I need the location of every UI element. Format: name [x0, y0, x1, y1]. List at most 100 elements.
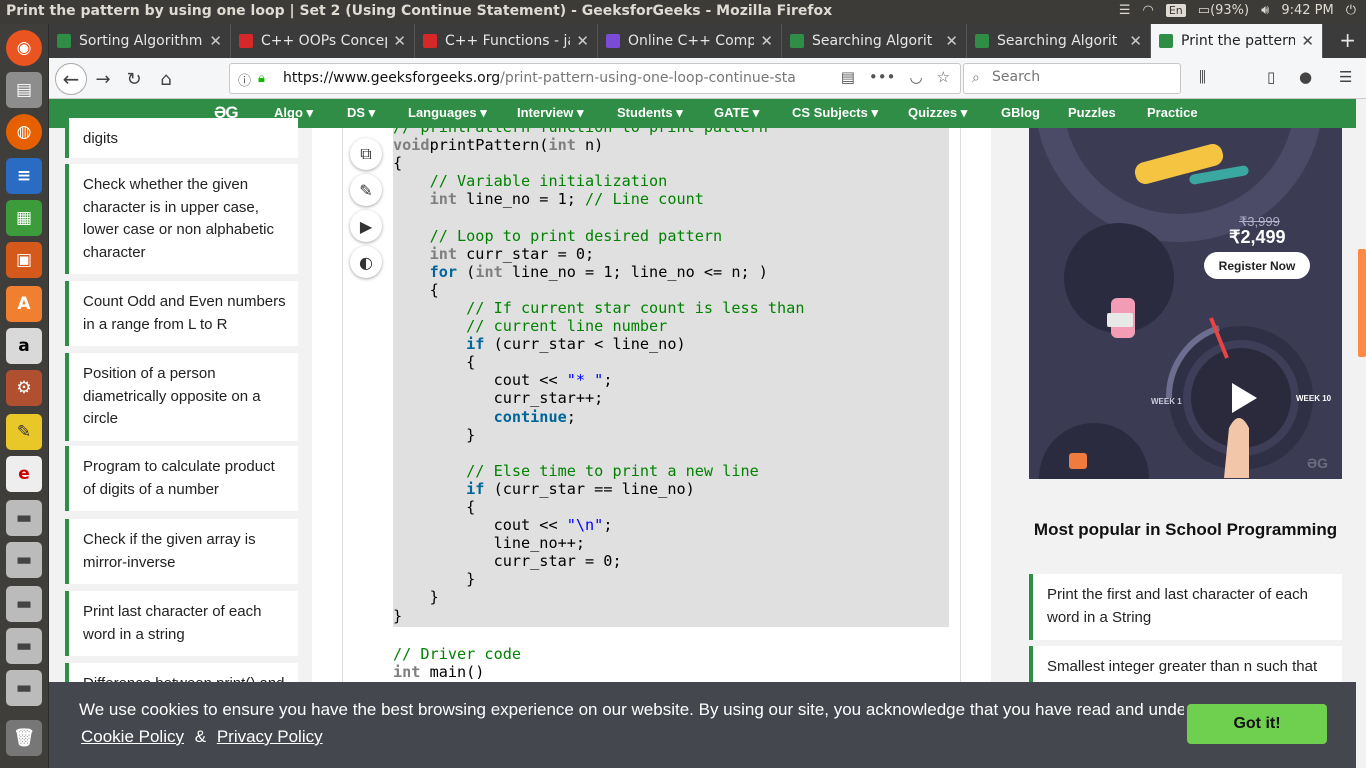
drive-icon[interactable]: ▬ [6, 542, 42, 578]
gfg-menu-item[interactable]: GATE ▾ [714, 105, 759, 121]
back-button[interactable]: ← [55, 63, 87, 95]
info-icon[interactable]: ⓘ [238, 70, 251, 89]
editor-icon[interactable]: e [6, 456, 42, 492]
battery-percent: (93%) [1210, 3, 1250, 18]
close-tab-icon[interactable]: ✕ [1301, 32, 1314, 50]
copy-code-button[interactable]: ⧉ [350, 138, 382, 170]
menu-icon[interactable]: ☰ [1339, 68, 1352, 86]
sidebar-icon[interactable]: ▯ [1267, 68, 1275, 86]
search-box[interactable]: ⌕ [963, 63, 1181, 94]
course-advertisement[interactable]: ₹3,999 ₹2,499 Register Now WEEK 1 WEEK 1… [1029, 128, 1342, 479]
tab-3[interactable]: C++ Functions - ja ✕ [415, 24, 598, 58]
code-line: // Variable initialization [393, 172, 949, 190]
privacy-policy-link[interactable]: Privacy Policy [217, 727, 323, 746]
settings-icon[interactable]: ⚙ [6, 370, 42, 406]
amazon-icon[interactable]: a [6, 328, 42, 364]
calc-icon[interactable]: ▦ [6, 200, 42, 236]
theme-toggle-button[interactable]: ◐ [350, 246, 382, 278]
new-tab-button[interactable]: + [1339, 28, 1356, 52]
gfg-menu-item[interactable]: CS Subjects ▾ [792, 105, 878, 121]
related-article-link[interactable]: Program to calculate product of digits o… [65, 446, 298, 511]
close-tab-icon[interactable]: ✕ [1129, 32, 1142, 50]
related-article-link[interactable]: Check if the given array is mirror-inver… [65, 519, 298, 584]
writer-icon[interactable]: ≡ [6, 158, 42, 194]
close-tab-icon[interactable]: ✕ [209, 32, 222, 50]
related-article-link[interactable]: Position of a person diametrically oppos… [65, 353, 298, 441]
keyboard-layout[interactable]: En [1165, 4, 1186, 17]
register-now-button[interactable]: Register Now [1204, 252, 1310, 279]
tab-title: C++ OOPs Concep [261, 33, 388, 49]
drive-icon[interactable]: ▬ [6, 628, 42, 664]
got-it-button[interactable]: Got it! [1187, 704, 1327, 744]
code-token: curr_star = 0; [457, 244, 595, 263]
gfg-menu-item[interactable]: Puzzles [1068, 105, 1116, 120]
pocket-icon[interactable]: ◡ [909, 68, 922, 86]
gfg-menu-item[interactable]: Interview ▾ [517, 105, 584, 121]
bookmark-star-icon[interactable]: ☆ [937, 68, 950, 86]
gfg-menu-item[interactable]: GBlog [1001, 105, 1040, 120]
volume-icon[interactable]: 🔊︎ [1261, 3, 1269, 18]
code-token: cout << [393, 371, 567, 390]
page-scrollbar[interactable] [1356, 99, 1366, 768]
files-icon[interactable]: ▤ [6, 72, 42, 108]
gfg-menu-item[interactable]: DS ▾ [347, 105, 375, 121]
gfg-menu-item[interactable]: Students ▾ [617, 105, 683, 121]
url-bar[interactable]: ⓘ 🔒︎ https://www.geeksforgeeks.org/print… [229, 63, 961, 94]
drive-icon[interactable]: ▬ [6, 586, 42, 622]
code-line: if (curr_star == line_no) [393, 480, 949, 498]
home-button[interactable]: ⌂ [154, 67, 178, 91]
tab-title: Searching Algorit [997, 33, 1118, 49]
close-tab-icon[interactable]: ✕ [576, 32, 589, 50]
code-line: // Driver code [393, 645, 949, 663]
tab-4[interactable]: Online C++ Compi ✕ [598, 24, 782, 58]
software-center-icon[interactable]: A [6, 286, 42, 322]
edit-code-button[interactable]: ✎ [350, 174, 382, 206]
drive-icon[interactable]: ▬ [6, 500, 42, 536]
account-icon[interactable]: ● [1299, 68, 1312, 86]
power-icon[interactable]: ⏻ [1346, 3, 1356, 18]
tab-1[interactable]: Sorting Algorithm ✕ [49, 24, 231, 58]
impress-icon[interactable]: ▣ [6, 242, 42, 278]
tab-7[interactable]: Print the pattern b ✕ [1151, 24, 1323, 58]
gfg-menu-item[interactable]: Practice [1147, 105, 1198, 120]
forward-button[interactable]: → [91, 67, 115, 91]
related-article-link[interactable]: digits [65, 118, 298, 158]
trash-icon[interactable]: 🗑︎ [6, 720, 42, 756]
sort-icon[interactable]: ☰ [1119, 3, 1131, 18]
reload-button[interactable]: ↻ [122, 67, 146, 91]
ubuntu-dash-icon[interactable]: ◉ [6, 30, 42, 66]
drive-icon[interactable]: ▬ [6, 670, 42, 706]
battery-indicator[interactable]: ▭(93%) [1198, 3, 1249, 18]
popular-article-link[interactable]: Print the first and last character of ea… [1029, 574, 1342, 640]
close-tab-icon[interactable]: ✕ [945, 32, 958, 50]
related-article-link[interactable]: Print last character of each word in a s… [65, 591, 298, 656]
gfg-menu-item[interactable]: Languages ▾ [408, 105, 487, 121]
close-tab-icon[interactable]: ✕ [760, 32, 773, 50]
gfg-menu-item[interactable]: Quizzes ▾ [908, 105, 967, 121]
wifi-icon[interactable]: ◠ [1143, 3, 1154, 18]
page-actions-icon[interactable]: ••• [869, 68, 896, 86]
close-tab-icon[interactable]: ✕ [393, 32, 406, 50]
scrollbar-thumb[interactable] [1358, 249, 1366, 357]
clock[interactable]: 9:42 PM [1281, 3, 1333, 18]
search-input[interactable] [992, 69, 1172, 85]
related-article-link[interactable]: Count Odd and Even numbers in a range fr… [65, 281, 298, 346]
run-code-button[interactable]: ▶ [350, 210, 382, 242]
tab-title: Sorting Algorithm [79, 33, 203, 49]
code-token: int [475, 262, 503, 281]
firefox-icon[interactable]: ◍ [6, 114, 42, 150]
tab-5[interactable]: Searching Algorit ✕ [782, 24, 967, 58]
system-tray: ☰ ◠ En ▭(93%) 🔊︎ 9:42 PM ⏻ [1119, 3, 1356, 18]
tab-2[interactable]: C++ OOPs Concep ✕ [231, 24, 415, 58]
code-token: n) [575, 136, 604, 155]
notes-icon[interactable]: ✎ [6, 414, 42, 450]
tab-title: C++ Functions - ja [445, 33, 571, 49]
library-icon[interactable]: ⫼ [1199, 68, 1206, 86]
reader-view-icon[interactable]: ▤ [841, 68, 855, 86]
tab-6[interactable]: Searching Algorit ✕ [967, 24, 1151, 58]
related-article-link[interactable]: Check whether the given character is in … [65, 164, 298, 274]
url-text[interactable]: https://www.geeksforgeeks.org/print-patt… [283, 70, 823, 86]
cookie-policy-link[interactable]: Cookie Policy [81, 727, 184, 746]
